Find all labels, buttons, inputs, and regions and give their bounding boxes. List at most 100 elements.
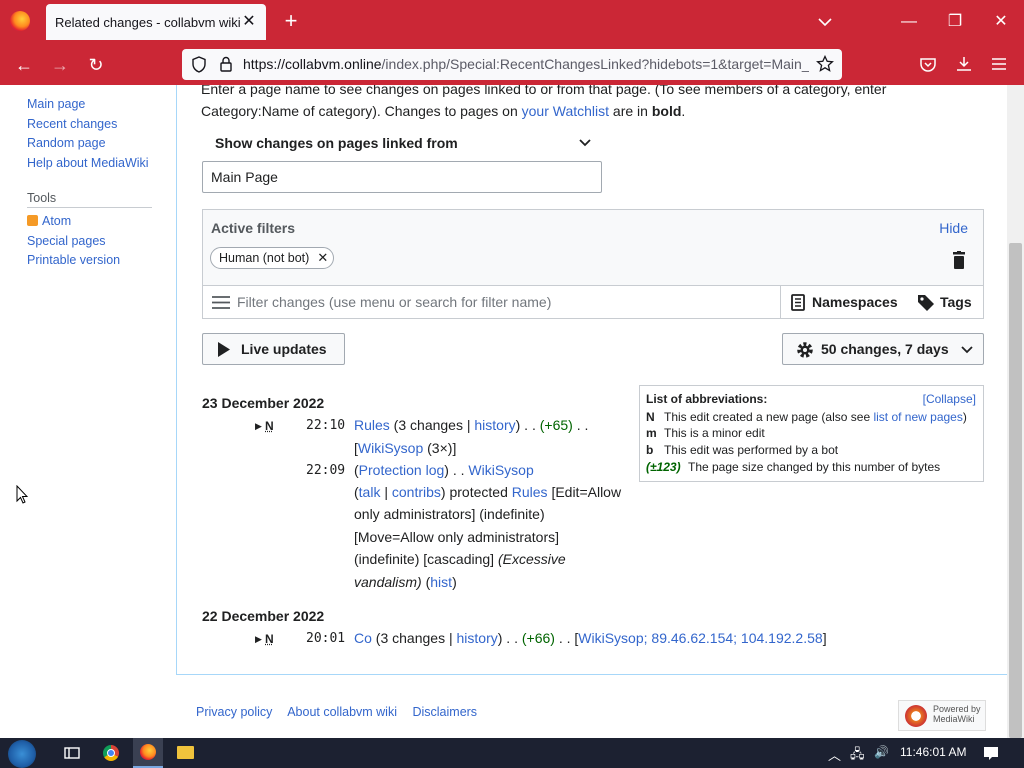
url-text[interactable]: https://collabvm.online/index.php/Specia… [243,56,809,72]
notifications-icon[interactable] [983,746,999,761]
sidebar-item-help[interactable]: Help about MediaWiki [27,154,176,174]
change-time: 22:09 [306,463,346,478]
show-hidden-icons-icon[interactable]: ︿ [828,745,841,764]
user-link[interactable]: WikiSysop [358,440,423,456]
tags-label: Tags [940,294,972,310]
log-row-detail: vandalism) (hist) [354,574,457,590]
tab-title: Related changes - collabvm wiki [55,15,241,30]
windows-taskbar: ︿ 🖧 🔊 11:46:01 AM [0,738,1024,768]
changes-limit-label: 50 changes, 7 days [821,341,949,357]
navigation-toolbar: ← → ↻ https://collabvm.online/index.php/… [0,44,1024,85]
date-heading: 22 December 2022 [202,608,325,624]
log-row-detail: only administrators] (indefinite) [354,506,545,522]
file-explorer-icon[interactable] [177,746,194,759]
network-icon[interactable]: 🖧 [850,745,865,767]
list-all-tabs-icon[interactable] [815,12,835,32]
volume-icon[interactable]: 🔊 [874,745,889,759]
watchlist-link[interactable]: your Watchlist [522,103,609,119]
close-tab-icon[interactable]: ✕ [239,12,259,32]
reload-icon[interactable]: ↻ [83,52,109,78]
collapse-legend-link[interactable]: [Collapse] [923,392,976,406]
intro-text-line1: Enter a page name to see changes on page… [201,85,887,97]
namespaces-label: Namespaces [812,294,898,310]
close-window-icon[interactable]: ✕ [989,10,1013,34]
clock[interactable]: 11:46:01 AM [900,745,967,759]
page-link-co[interactable]: Co [354,630,372,646]
filter-search-input[interactable]: Filter changes (use menu or search for f… [237,294,551,310]
target-page-input[interactable]: Main Page [202,161,602,193]
sidebar-item-atom[interactable]: Atom [27,212,176,232]
forward-icon[interactable]: → [47,52,73,78]
minimize-icon[interactable]: — [897,10,921,34]
filters-panel: Active filters Hide Human (not bot) ✕ Fil… [202,209,984,319]
filter-chip-human[interactable]: Human (not bot) ✕ [210,247,335,269]
protection-log-link[interactable]: Protection log [359,462,445,478]
tools-heading: Tools [27,191,152,208]
page-link-rules[interactable]: Rules [354,417,390,433]
menu-icon[interactable] [212,296,230,309]
downloads-icon[interactable] [955,55,973,73]
disclaimers-link[interactable]: Disclaimers [412,705,477,719]
sidebar-item-printable-version[interactable]: Printable version [27,251,176,271]
expand-arrow-icon[interactable]: ▶ [255,421,262,432]
hist-link[interactable]: hist [430,574,452,590]
user-link[interactable]: WikiSysop [468,462,533,478]
new-tab-icon[interactable]: + [280,10,302,32]
chevron-down-icon[interactable] [579,139,591,147]
firefox-taskbar-item[interactable] [133,738,163,768]
app-menu-icon[interactable] [991,56,1007,72]
change-row-rules: Rules (3 changes | history) . . (+65) . … [354,417,589,433]
shield-icon[interactable] [191,56,207,73]
chrome-icon[interactable] [103,745,119,761]
hide-filters-link[interactable]: Hide [939,220,968,236]
lock-icon[interactable] [219,56,233,72]
legend-row: m This is a minor edit [646,426,765,440]
history-link[interactable]: history [457,630,498,646]
firefox-menu-icon[interactable] [10,11,30,31]
scrollbar-thumb[interactable] [1009,243,1022,738]
sidebar-item-main-page[interactable]: Main page [27,95,176,115]
sidebar-item-recent-changes[interactable]: Recent changes [27,115,176,135]
sidebar-item-special-pages[interactable]: Special pages [27,232,176,252]
namespaces-button[interactable]: Namespaces [780,286,914,319]
rss-feed-icon [27,215,38,226]
back-icon[interactable]: ← [11,52,37,78]
address-bar[interactable]: https://collabvm.online/index.php/Specia… [182,49,842,80]
new-pages-link[interactable]: list of new pages [873,410,962,424]
bookmark-star-icon[interactable] [816,55,834,73]
intro-text-line2: Category:Name of category). Changes to p… [201,103,686,119]
sidebar-item-random-page[interactable]: Random page [27,134,176,154]
privacy-policy-link[interactable]: Privacy policy [196,705,272,719]
atom-label: Atom [42,214,72,228]
tag-icon [918,295,934,311]
abbreviations-legend: List of abbreviations: [Collapse] N This … [639,385,984,482]
mouse-cursor-icon [16,485,28,504]
expand-arrow-icon[interactable]: ▶ [255,634,262,645]
contribs-link[interactable]: contribs [392,484,441,500]
tags-button[interactable]: Tags [914,286,983,319]
history-link[interactable]: history [474,417,515,433]
article-icon [791,294,805,311]
live-updates-button[interactable]: Live updates [202,333,345,365]
size-diff: (+66) [521,630,555,646]
log-row: (Protection log) . . WikiSysop [354,462,534,478]
task-view-icon[interactable] [64,745,80,761]
main-content: Enter a page name to see changes on page… [176,85,1007,675]
talk-link[interactable]: talk [359,484,381,500]
trash-icon[interactable] [952,251,966,269]
start-button-icon[interactable] [8,740,36,768]
link-direction-dropdown[interactable]: Show changes on pages linked from [215,135,458,151]
legend-row: b This edit was performed by a bot [646,443,839,457]
pocket-icon[interactable] [919,56,937,74]
restore-icon[interactable]: ❐ [943,10,967,34]
changes-limit-button[interactable]: 50 changes, 7 days [782,333,984,365]
active-filters-area: Active filters Hide Human (not bot) ✕ [203,210,983,285]
remove-filter-icon[interactable]: ✕ [317,248,328,268]
about-link[interactable]: About collabvm wiki [287,705,397,719]
active-tab[interactable]: Related changes - collabvm wiki ✕ [46,4,266,40]
mediawiki-logo-icon [905,705,927,727]
page-link-rules[interactable]: Rules [512,484,548,500]
live-updates-label: Live updates [241,341,327,357]
powered-by-mediawiki-badge[interactable]: Powered by MediaWiki [898,700,986,731]
user-links[interactable]: WikiSysop; 89.46.62.154; 104.192.2.58 [578,630,822,646]
